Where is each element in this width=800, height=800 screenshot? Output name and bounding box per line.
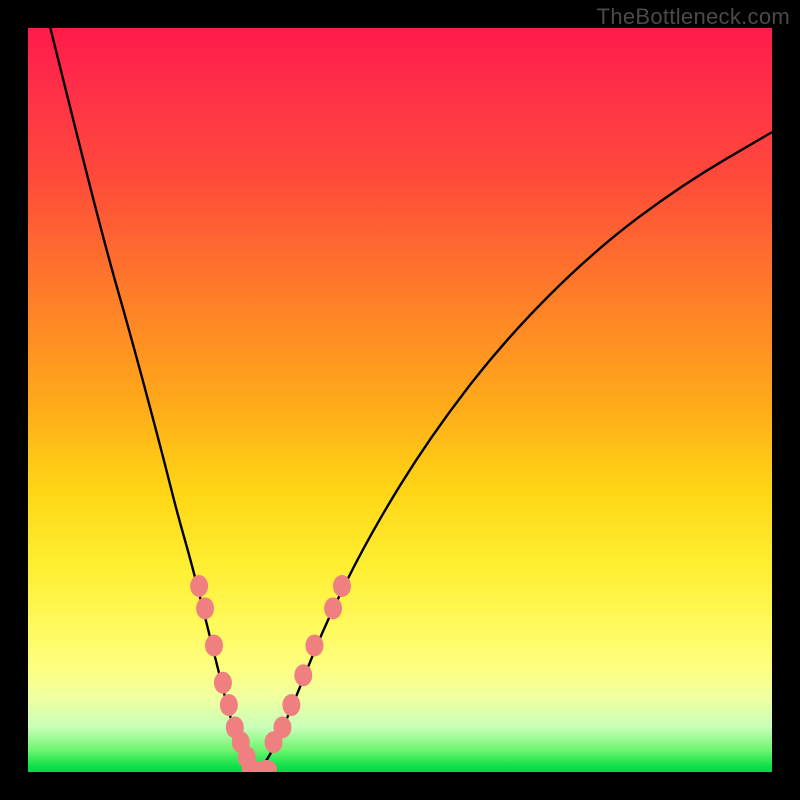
chart-plot-area (28, 28, 772, 772)
marker-group (190, 575, 351, 772)
data-marker (273, 716, 291, 738)
data-marker (333, 575, 351, 597)
chart-svg (28, 28, 772, 772)
right-curve-line (259, 132, 772, 772)
data-marker (294, 664, 312, 686)
data-marker (214, 672, 232, 694)
data-marker (282, 694, 300, 716)
data-marker (220, 694, 238, 716)
left-curve-line (50, 28, 258, 772)
data-marker (305, 635, 323, 657)
watermark-text: TheBottleneck.com (597, 4, 790, 30)
data-marker (205, 635, 223, 657)
data-marker (190, 575, 208, 597)
data-marker (196, 597, 214, 619)
data-marker (324, 597, 342, 619)
